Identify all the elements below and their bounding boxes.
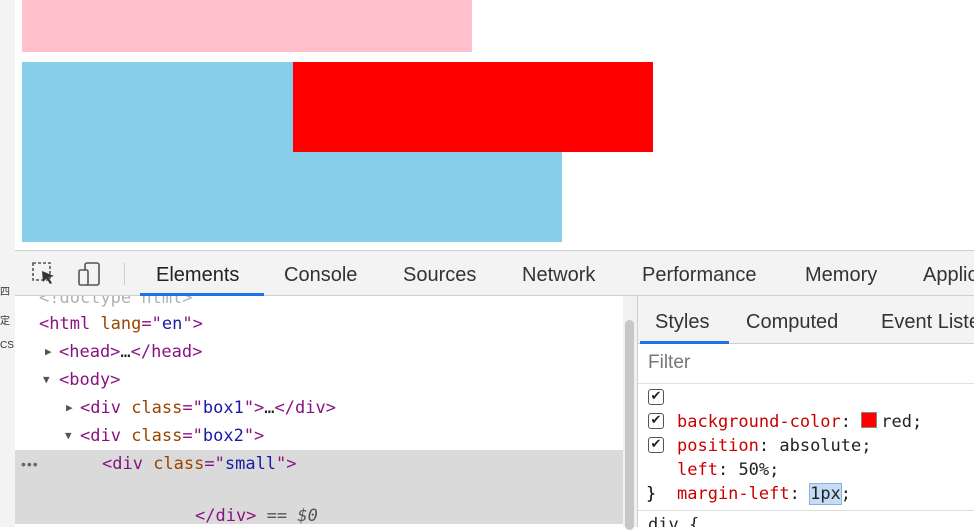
attr-value: box1 (202, 398, 244, 418)
expand-triangle-icon[interactable]: ▶ (45, 338, 52, 366)
tree-line-html[interactable]: <html lang="en"> (15, 310, 637, 338)
device-toggle-icon[interactable] (77, 261, 103, 287)
inspect-element-icon[interactable] (31, 261, 57, 287)
more-actions-icon[interactable]: ••• (21, 450, 39, 478)
tab-event-listeners[interactable]: Event Liste (881, 296, 974, 344)
attr-name: class (131, 398, 183, 418)
toolbar-separator (124, 263, 125, 285)
styles-filter-input[interactable] (648, 350, 948, 376)
pink-box (22, 0, 472, 52)
elements-tree: <!doctype html> <html lang="en"> ▶ <head>… (15, 296, 637, 527)
tab-styles[interactable]: Styles (655, 296, 709, 344)
tag-end: </div> (195, 506, 257, 526)
editor-gutter-strip: 四 定 CS (0, 0, 15, 527)
tree-line-box1[interactable]: ▶ <div class="box1">…</div> (15, 394, 637, 422)
styles-tabbar: Styles Computed Event Liste (638, 296, 974, 344)
tab-application[interactable]: Applic (923, 251, 974, 296)
tag-close: "> (243, 426, 265, 446)
collapse-triangle-icon[interactable]: ▼ (43, 366, 50, 394)
tag-open: <head> (59, 342, 121, 362)
tab-memory[interactable]: Memory (805, 251, 877, 296)
attr-eq: =" (182, 426, 203, 446)
gutter-char-3: CS (0, 340, 14, 351)
selected-node-marker: == $0 (256, 506, 318, 526)
attr-value: en (161, 314, 183, 334)
gutter-char-2: 定 (0, 316, 10, 327)
small-box (293, 62, 653, 152)
attr-name: class (153, 454, 205, 474)
attr-name: class (131, 426, 183, 446)
tag-open: <div (80, 398, 132, 418)
style-prop-background-color[interactable]: ✔ background-color: red; (638, 386, 974, 432)
filter-bar (638, 344, 974, 384)
tab-performance[interactable]: Performance (642, 251, 757, 296)
style-prop-margin-left[interactable]: margin-left: 1px; (638, 458, 974, 505)
collapse-triangle-icon[interactable]: ▼ (65, 422, 72, 450)
tree-line-small-close[interactable]: </div> == $0 (15, 502, 637, 527)
prop-checkbox[interactable]: ✔ (648, 437, 664, 453)
tag-open: <div (102, 454, 154, 474)
tab-console[interactable]: Console (284, 251, 357, 296)
doctype-text: <!doctype html> (39, 296, 193, 308)
tab-network[interactable]: Network (522, 251, 595, 296)
attr-value: box2 (202, 426, 244, 446)
tag-close: "> (276, 454, 297, 474)
next-style-rule: div { (638, 510, 974, 527)
style-prop-left[interactable]: ✔ left: 50%; (638, 434, 974, 480)
gutter-char-1: 四 (0, 287, 10, 298)
tag-open: <html (39, 314, 101, 334)
devtools-panel: Elements Console Sources Network Perform… (15, 250, 974, 530)
attr-eq: =" (182, 398, 203, 418)
style-prop-position[interactable]: ✔ position: absolute; (638, 410, 974, 456)
next-rule-selector[interactable]: div { (648, 513, 974, 527)
devtools-toolbar: Elements Console Sources Network Perform… (15, 250, 974, 296)
styles-pane: Styles Computed Event Liste ✔background-… (637, 296, 974, 527)
tab-sources[interactable]: Sources (403, 251, 476, 296)
rule-close-brace: } (646, 484, 657, 504)
collapsed-ellipsis[interactable]: … (264, 398, 274, 418)
tag-end: </div> (274, 398, 336, 418)
expand-triangle-icon[interactable]: ▶ (66, 394, 73, 422)
tag-open: <div (80, 426, 132, 446)
tab-elements[interactable]: Elements (156, 251, 239, 296)
page-viewport (15, 0, 974, 250)
attr-eq: =" (141, 314, 162, 334)
tag-close: "> (243, 398, 265, 418)
tree-line-box2[interactable]: ▼ <div class="box2"> (15, 422, 637, 450)
prop-checkbox[interactable]: ✔ (648, 389, 664, 405)
attr-value: small (224, 454, 277, 474)
tree-line-body[interactable]: ▼ <body> (15, 366, 637, 394)
attr-name: lang (100, 314, 142, 334)
tree-line-head[interactable]: ▶ <head>…</head> (15, 338, 637, 366)
collapsed-ellipsis[interactable]: … (120, 342, 130, 362)
elements-scrollbar-thumb[interactable] (625, 320, 634, 530)
attr-eq: =" (204, 454, 225, 474)
tag-close: </head> (130, 342, 203, 362)
tab-computed[interactable]: Computed (746, 296, 838, 344)
prop-checkbox[interactable]: ✔ (648, 413, 664, 429)
tag-open: <body> (59, 370, 121, 390)
tag-close: "> (182, 314, 203, 334)
